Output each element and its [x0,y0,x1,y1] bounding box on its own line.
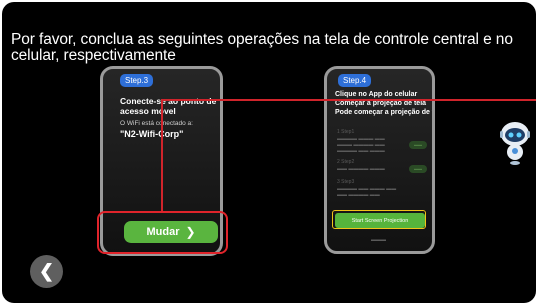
highlight-line-vertical [161,99,163,213]
highlight-line-horizontal [161,99,536,101]
substep-2-desc: ▬▬ ▬▬▬▬ ▬▬▬ [337,166,385,172]
substep-2-chip: ▬▬ [409,165,427,173]
projection-highlight [332,210,426,229]
robot-icon[interactable] [499,120,531,166]
step-badge: Step.4 [338,74,372,87]
wifi-name: "N2-Wifi-Corp" [120,129,184,139]
substep-1: 1 Step1 [337,129,355,135]
tutorial-screen: Por favor, conclua as seguintes operaçõe… [2,2,536,303]
substep-1-chip: ▬▬ [409,141,427,149]
instruction-text: Por favor, conclua as seguintes operaçõe… [11,31,513,64]
substep-3-desc: ▬▬▬▬ ▬▬ ▬▬▬ ▬▬ ▬▬ ▬▬▬▬ ▬▬ [337,186,397,198]
step-line-2: Começar a projeção de tela [335,100,427,107]
back-button[interactable]: ❮ [30,255,63,288]
step-line-3: Pode começar a projeção de te [335,109,435,116]
substep-1-desc: ▬▬▬▬ ▬▬▬ ▬▬ ▬▬▬ ▬▬▬▬ ▬▬ ▬▬▬▬ ▬▬ ▬▬▬ [337,136,385,154]
wifi-connected-label: O WiFi está conectado a: [120,120,193,127]
footer-dim-text: ▬▬▬ [371,237,386,243]
step-title: Clique no App do celular [335,91,418,98]
chevron-left-icon: ❮ [38,261,55,281]
phone-mockup-step4: Step.4 Clique no App do celular Começar … [324,66,435,254]
substep-3: 3 Step3 [337,179,355,185]
mudar-highlight-box [97,211,228,254]
substep-2: 2 Step2 [337,159,355,165]
step-badge: Step.3 [120,74,154,87]
